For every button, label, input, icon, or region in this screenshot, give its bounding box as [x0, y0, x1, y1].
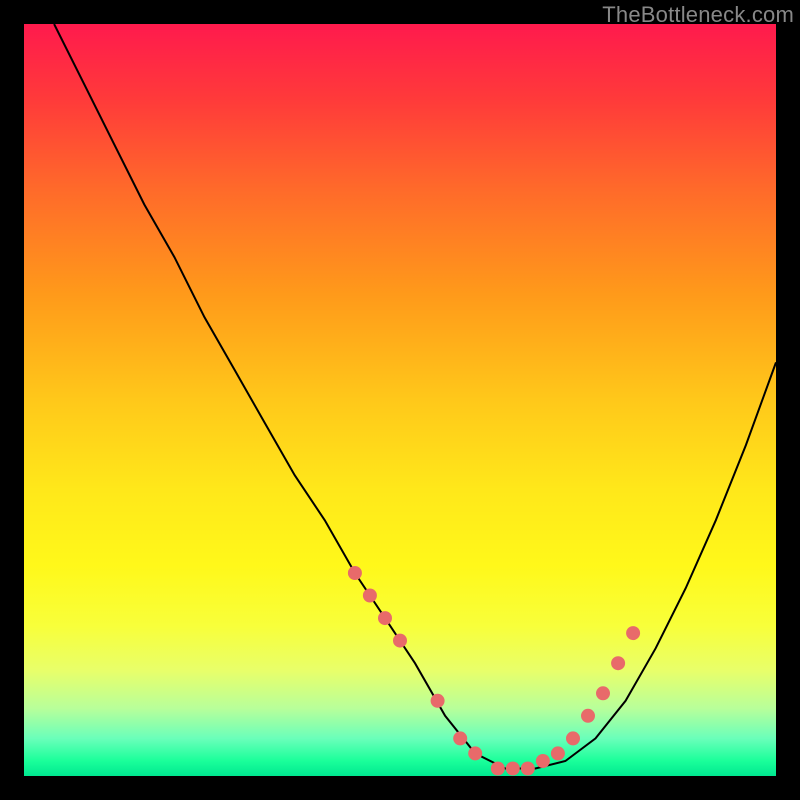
curve-dot — [348, 566, 362, 580]
curve-dot — [626, 626, 640, 640]
chart-frame — [24, 24, 776, 776]
curve-dot — [596, 686, 610, 700]
curve-dot — [581, 709, 595, 723]
curve-dot — [363, 589, 377, 603]
curve-dot — [536, 754, 550, 768]
curve-dot — [453, 731, 467, 745]
curve-dot — [506, 762, 520, 776]
curve-dot — [491, 762, 505, 776]
watermark-text: TheBottleneck.com — [602, 2, 794, 28]
curve-dot — [566, 731, 580, 745]
curve-dot — [378, 611, 392, 625]
curve-dot — [393, 634, 407, 648]
curve-dot — [468, 746, 482, 760]
curve-dot — [521, 762, 535, 776]
curve-dot — [551, 746, 565, 760]
curve-dot — [611, 656, 625, 670]
curve-dot — [431, 694, 445, 708]
bottleneck-curve — [24, 24, 776, 776]
